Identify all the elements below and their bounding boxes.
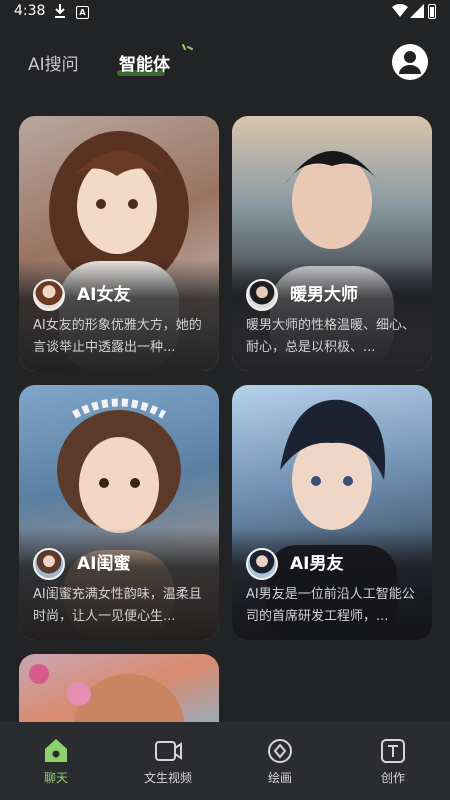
compass-paint-icon: [268, 739, 292, 763]
agent-card-ai-bestie[interactable]: AI闺蜜 AI闺蜜充满女性韵味，温柔且时尚，让人一见便心生...: [19, 385, 219, 640]
card-description: AI男友是一位前沿人工智能公司的首席研发工程师，...: [246, 587, 415, 624]
bottom-navigation: 聊天 文生视频 绘画 创作: [0, 722, 450, 800]
nav-label: 创作: [380, 771, 405, 785]
nav-paint[interactable]: 绘画: [240, 736, 320, 786]
video-camera-icon: [155, 741, 182, 761]
agent-card-warm-guy[interactable]: 暖男大师 暖男大师的性格温暖、细心、耐心，总是以积极、...: [232, 116, 432, 371]
card-title: AI闺蜜: [77, 554, 131, 574]
app-notification-icon: A: [76, 6, 89, 19]
agent-card-ai-girlfriend[interactable]: AI女友 AI女友的形象优雅大方，她的言谈举止中透露出一种...: [19, 116, 219, 371]
wifi-icon: [392, 4, 408, 17]
battery-icon: [428, 4, 436, 19]
text-create-icon: [381, 739, 405, 763]
nav-label: 文生视频: [143, 771, 192, 785]
tab-agent[interactable]: 智能体: [119, 50, 170, 75]
nav-chat[interactable]: 聊天: [16, 736, 96, 786]
nav-label: 聊天: [43, 771, 68, 785]
card-description: AI闺蜜充满女性韵味，温柔且时尚，让人一见便心生...: [33, 587, 202, 624]
sparkle-icon: [182, 44, 193, 50]
home-chat-icon: [45, 739, 67, 762]
nav-text-to-video[interactable]: 文生视频: [128, 736, 208, 786]
card-title: AI女友: [77, 285, 131, 305]
top-tabs: AI搜问 智能体: [0, 40, 450, 82]
tab-ai-search[interactable]: AI搜问: [28, 50, 79, 75]
avatar: [33, 548, 65, 580]
avatar: [246, 279, 278, 311]
avatar: [246, 548, 278, 580]
agent-card-ai-boyfriend[interactable]: AI男友 AI男友是一位前沿人工智能公司的首席研发工程师，...: [232, 385, 432, 640]
nav-label: 绘画: [267, 771, 292, 785]
card-description: 暖男大师的性格温暖、细心、耐心，总是以积极、...: [246, 318, 416, 355]
status-bar: 4:38 A: [0, 0, 450, 24]
avatar: [33, 279, 65, 311]
nav-create[interactable]: 创作: [353, 736, 433, 786]
profile-button[interactable]: [392, 44, 428, 80]
download-icon: [55, 4, 65, 18]
user-icon: [399, 51, 421, 74]
card-title: AI男友: [290, 554, 344, 574]
status-time: 4:38: [14, 3, 46, 19]
card-title: 暖男大师: [290, 285, 358, 305]
signal-icon: [410, 4, 424, 18]
card-description: AI女友的形象优雅大方，她的言谈举止中透露出一种...: [33, 318, 202, 355]
